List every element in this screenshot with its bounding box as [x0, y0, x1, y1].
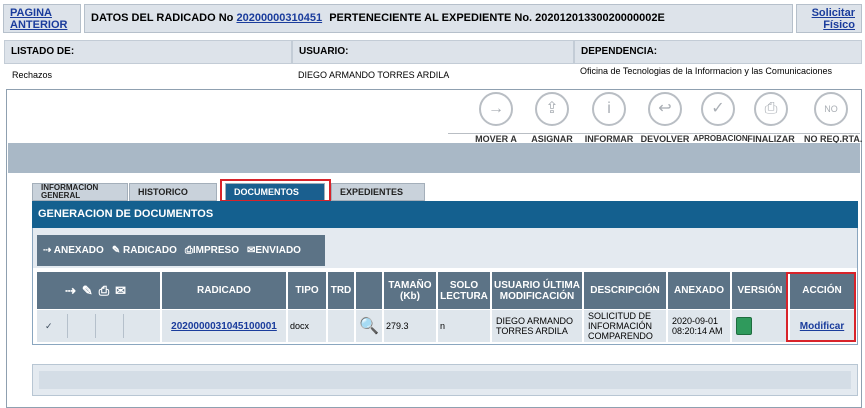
approval-button[interactable]: ✓ APROBACION — [693, 92, 748, 143]
documentos-tab-highlight — [220, 179, 331, 202]
row-solo-lectura: n — [438, 310, 490, 342]
move-to-button[interactable]: → MOVER A — [471, 92, 521, 144]
radicado-number-link[interactable]: 20200000310451 — [236, 12, 322, 24]
header-tipo: TIPO — [288, 272, 326, 309]
tab-expedientes[interactable]: EXPEDIENTES — [331, 183, 425, 201]
tab-general[interactable]: INFORMACION GENERAL — [32, 183, 128, 201]
impreso-filter[interactable]: ⎙IMPRESO — [185, 245, 239, 256]
title-suffix: PERTENECIENTE AL EXPEDIENTE No. 20201201… — [329, 12, 665, 24]
return-button[interactable]: ↩ DEVOLVER — [640, 92, 690, 144]
row-descripcion: SOLICITUD DE INFORMACIÓN COMPARENDO — [584, 310, 666, 342]
header-radicado: RADICADO — [162, 272, 286, 309]
selection-icons: ⇢✎⎙✉ — [64, 283, 133, 298]
usuario-label: USUARIO: — [292, 40, 574, 64]
enviado-filter[interactable]: ✉ENVIADO — [247, 245, 301, 256]
row-select-cell[interactable]: ✓ — [37, 310, 160, 342]
cell-divider — [123, 314, 124, 338]
assign-button[interactable]: ⇪ ASIGNAR — [527, 92, 577, 144]
row-trd — [328, 310, 354, 342]
radicado-title: DATOS DEL RADICADO No 20200000310451 PER… — [84, 4, 793, 33]
header-trd: TRD — [328, 272, 354, 309]
header-preview — [356, 272, 382, 309]
selection-header: ⇢✎⎙✉ — [37, 272, 160, 309]
info-icon: i — [592, 92, 626, 126]
header-usuario: USUARIO ÚLTIMA MODIFICACIÓN — [492, 272, 582, 309]
usuario-value: DIEGO ARMANDO TORRES ARDILA — [298, 70, 450, 80]
radicado-link[interactable]: 2020000031045100001 — [171, 321, 277, 332]
no-reply-button[interactable]: NO NO REQ.RTA. — [804, 92, 862, 144]
header-solo-lectura: SOLO LECTURA — [438, 272, 490, 309]
dependencia-value: Oficina de Tecnologias de la Informacion… — [580, 66, 832, 76]
cell-divider — [67, 314, 68, 338]
header-tamano: TAMAÑO (Kb) — [384, 272, 436, 309]
panel-title: GENERACION DE DOCUMENTOS — [32, 201, 858, 228]
radicado-filter[interactable]: ✎ RADICADO — [112, 245, 177, 256]
row-usuario: DIEGO ARMANDO TORRES ARDILA — [492, 310, 582, 342]
dependencia-label: DEPENDENCIA: — [574, 40, 862, 64]
document-toolbar: ⇢ ANEXADO ✎ RADICADO ⎙IMPRESO ✉ENVIADO — [37, 235, 325, 266]
top-bar: PAGINA ANTERIOR DATOS DEL RADICADO No 20… — [0, 0, 865, 36]
cell-divider — [95, 314, 96, 338]
physical-request-box: Solicitar Físico — [796, 4, 862, 33]
row-tipo: docx — [288, 310, 326, 342]
check-icon: ✓ — [701, 92, 735, 126]
header-descripcion: DESCRIPCIÓN — [584, 272, 666, 309]
section-band — [8, 143, 860, 173]
inform-button[interactable]: i INFORMAR — [584, 92, 634, 144]
magnifier-eye-icon[interactable]: 🔍 — [359, 316, 379, 336]
back-link[interactable]: PAGINA ANTERIOR — [10, 7, 67, 31]
version-cell — [732, 310, 788, 342]
document-version-icon[interactable] — [736, 317, 752, 335]
no-reply-icon: NO — [814, 92, 848, 126]
return-icon: ↩ — [648, 92, 682, 126]
tab-historico[interactable]: HISTORICO — [129, 183, 217, 201]
title-prefix: DATOS DEL RADICADO No — [91, 12, 234, 24]
listado-value: Rechazos — [12, 70, 53, 80]
row-radicado-cell: 2020000031045100001 — [162, 310, 286, 342]
arrow-right-icon: → — [479, 92, 513, 126]
physical-request-link[interactable]: Solicitar Físico — [812, 7, 855, 31]
header-version: VERSIÓN — [732, 272, 788, 309]
anexado-filter[interactable]: ⇢ ANEXADO — [43, 245, 104, 256]
finalize-button[interactable]: ⎙ FINALIZAR — [746, 92, 796, 144]
accion-column-highlight — [786, 272, 856, 342]
listado-label: LISTADO DE: — [4, 40, 292, 64]
assign-icon: ⇪ — [535, 92, 569, 126]
finalize-icon: ⎙ — [754, 92, 788, 126]
row-tamano: 279.3 — [384, 310, 436, 342]
back-link-box: PAGINA ANTERIOR — [3, 4, 81, 33]
preview-cell: 🔍 — [356, 310, 382, 342]
bottom-section-inner — [39, 371, 851, 389]
header-anexado: ANEXADO — [668, 272, 730, 309]
row-anexado: 2020-09-01 08:20:14 AM — [668, 310, 730, 342]
checkmark-icon: ✓ — [45, 320, 53, 331]
bottom-section — [32, 364, 858, 396]
